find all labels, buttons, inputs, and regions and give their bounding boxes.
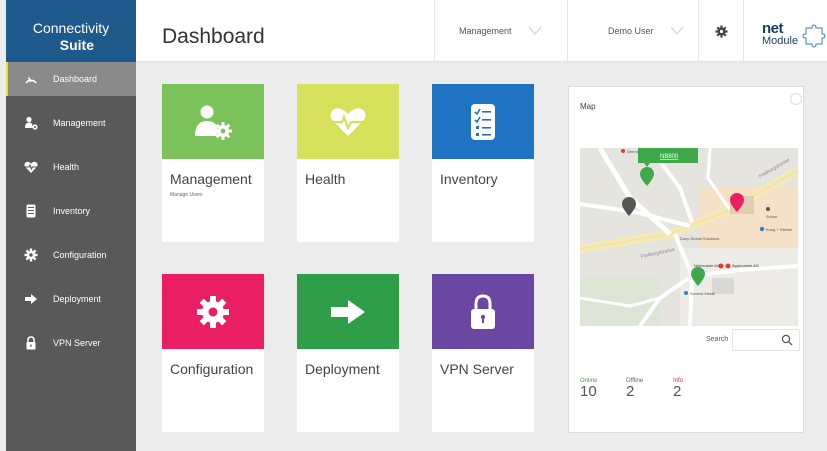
brand-logo: Connectivity Suite — [6, 0, 136, 62]
gear-icon — [24, 248, 38, 262]
sidebar-item-label: Management — [53, 118, 106, 128]
management-dropdown-value: Management — [459, 26, 512, 36]
stat-offline: Offline 2 — [626, 378, 643, 399]
netmodule-logo: net Module — [754, 20, 827, 50]
tile-label: Management — [170, 171, 252, 187]
tile-label: Inventory — [440, 171, 498, 187]
stat-value: 10 — [580, 383, 597, 400]
gear-icon — [714, 24, 728, 38]
sidebar-item-configuration[interactable]: Configuration — [6, 233, 136, 277]
sidebar-item-label: VPN Server — [53, 338, 101, 348]
chevron-down-icon — [528, 26, 541, 35]
sidebar: Connectivity Suite Dashboard Management … — [6, 0, 136, 451]
tile-deployment[interactable]: Deployment — [297, 274, 399, 432]
gauge-icon — [24, 72, 38, 86]
heartbeat-icon — [330, 107, 366, 136]
tile-management-header — [162, 84, 264, 159]
sidebar-item-label: Dashboard — [53, 74, 98, 84]
map-label-poi: Dozy Global Solutions — [680, 236, 719, 241]
sidebar-item-label: Configuration — [53, 250, 107, 260]
tile-sublabel: Manage Users — [170, 192, 203, 198]
checklist-icon — [471, 103, 495, 140]
logo-module-text: Module — [762, 35, 799, 47]
tile-health-header — [297, 84, 399, 159]
user-dropdown-value: Demo User — [608, 26, 654, 36]
brand-line2: Suite — [59, 37, 94, 53]
sidebar-item-deployment[interactable]: Deployment — [6, 277, 136, 321]
tile-label: Configuration — [170, 361, 254, 377]
map-search-label: Search — [706, 336, 729, 343]
puzzle-logo-icon — [802, 24, 826, 48]
stat-value: 2 — [626, 383, 635, 400]
brand-line1: Connectivity — [32, 20, 110, 36]
map-label-poi: Appmodule AG — [732, 263, 759, 268]
management-dropdown[interactable]: Management — [434, 0, 567, 62]
chevron-down-icon — [670, 26, 683, 35]
sidebar-item-dashboard[interactable]: Dashboard — [6, 62, 136, 96]
padlock-icon — [471, 293, 495, 329]
map-label-poi: Schon — [766, 214, 777, 219]
sidebar-item-label: Deployment — [53, 294, 102, 304]
settings-button[interactable] — [698, 0, 744, 62]
tile-label: Deployment — [305, 361, 380, 377]
tile-configuration[interactable]: Configuration — [162, 274, 264, 432]
tile-inventory[interactable]: Inventory — [432, 84, 534, 242]
sidebar-item-label: Inventory — [53, 206, 91, 216]
sidebar-item-vpn-server[interactable]: VPN Server — [6, 321, 136, 365]
padlock-icon — [24, 336, 38, 350]
stat-value: 2 — [673, 383, 682, 400]
map-title: Map — [580, 102, 596, 111]
search-icon[interactable] — [781, 334, 793, 346]
tile-label: VPN Server — [440, 361, 514, 377]
tile-health[interactable]: Health — [297, 84, 399, 242]
sidebar-item-inventory[interactable]: Inventory — [6, 189, 136, 233]
heartbeat-icon — [24, 160, 38, 174]
gear-icon — [197, 295, 229, 328]
map-label-poi: Schenk Metall — [690, 291, 715, 296]
map-panel: Map Freiburgstrasse Freiburgstrasse Dozy… — [568, 86, 804, 433]
sidebar-item-label: Health — [53, 162, 80, 172]
tile-label: Health — [305, 171, 346, 187]
tile-management[interactable]: Management Manage Users — [162, 84, 264, 242]
top-bar: Dashboard Management Demo User net Modul… — [136, 0, 827, 62]
stat-online: Online 10 — [580, 378, 597, 399]
checklist-icon — [24, 204, 38, 218]
user-dropdown[interactable]: Demo User — [567, 0, 698, 62]
map-label-poi: Kung + Steiner — [766, 227, 793, 232]
stat-info: Info 2 — [673, 378, 683, 399]
tile-deployment-header — [297, 274, 399, 349]
arrow-right-icon — [331, 299, 365, 324]
tile-vpn-server-header — [432, 274, 534, 349]
user-gear-icon — [24, 116, 38, 130]
map-view[interactable]: Freiburgstrasse Freiburgstrasse Dozy Glo… — [580, 148, 798, 326]
map-marker-tooltip-label: NB800 — [660, 154, 679, 160]
sidebar-item-health[interactable]: Health — [6, 145, 136, 189]
sidebar-item-management[interactable]: Management — [6, 101, 136, 145]
page-title: Dashboard — [162, 25, 265, 48]
tile-vpn-server[interactable]: VPN Server — [432, 274, 534, 432]
tile-configuration-header — [162, 274, 264, 349]
tile-inventory-header — [432, 84, 534, 159]
arrow-right-icon — [24, 292, 38, 306]
user-gear-icon — [195, 105, 232, 140]
map-close-icon[interactable] — [790, 93, 802, 105]
